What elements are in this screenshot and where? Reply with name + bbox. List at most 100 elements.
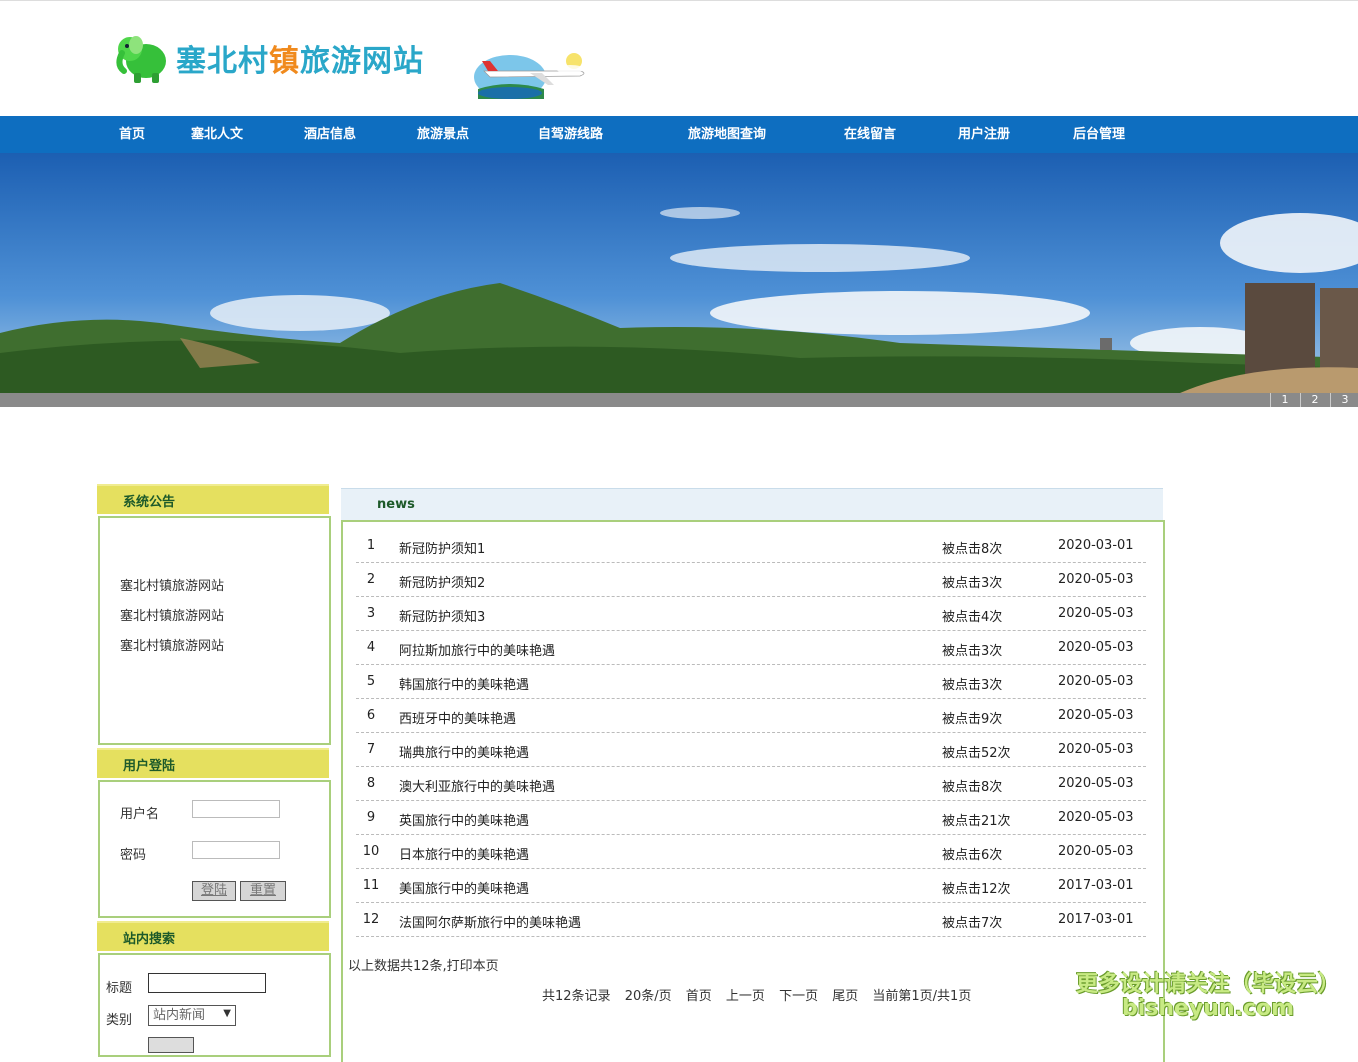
- news-title-link[interactable]: 新冠防护须知3: [399, 606, 485, 625]
- news-clicks: 被点击52次: [942, 746, 1011, 761]
- news-summary[interactable]: 以上数据共12条,打印本页: [348, 955, 499, 974]
- banner-page-2[interactable]: 2: [1300, 393, 1329, 407]
- nav-guestbook[interactable]: 在线留言: [844, 116, 896, 153]
- notice-box: 塞北村镇旅游网站 塞北村镇旅游网站 塞北村镇旅游网站: [98, 516, 331, 745]
- news-no: 11: [362, 878, 380, 893]
- site-header: 塞北村镇旅游网站: [0, 0, 1358, 116]
- news-no: 4: [366, 640, 376, 655]
- password-input[interactable]: [192, 841, 280, 859]
- news-title-link[interactable]: 西班牙中的美味艳遇: [399, 708, 516, 727]
- pager-first[interactable]: 首页: [686, 989, 712, 1004]
- chevron-down-icon: ▼: [223, 1008, 231, 1019]
- news-date: 2020-05-03: [1058, 742, 1134, 757]
- news-row: 3 新冠防护须知3 被点击4次 2020-05-03: [356, 596, 1146, 631]
- news-row: 12 法国阿尔萨斯旅行中的美味艳遇 被点击7次 2017-03-01: [356, 902, 1146, 937]
- search-category-select[interactable]: 站内新闻 ▼: [148, 1005, 236, 1026]
- pager-total: 共12条记录: [542, 989, 611, 1004]
- news-no: 6: [366, 708, 376, 723]
- nav-driving-routes[interactable]: 自驾游线路: [538, 116, 603, 153]
- search-category-value: 站内新闻: [153, 1008, 206, 1023]
- password-label: 密码: [120, 848, 147, 863]
- news-clicks: 被点击3次: [942, 644, 1003, 659]
- news-title-link[interactable]: 英国旅行中的美味艳遇: [399, 810, 529, 829]
- news-no: 1: [366, 538, 376, 553]
- watermark: 更多设计请关注（毕设云） bisheyun.com: [1076, 966, 1340, 1021]
- news-date: 2020-05-03: [1058, 572, 1134, 587]
- elephant-icon: [116, 36, 166, 83]
- notice-item[interactable]: 塞北村镇旅游网站: [120, 635, 224, 654]
- news-row: 6 西班牙中的美味艳遇 被点击9次 2020-05-03: [356, 698, 1146, 733]
- news-clicks: 被点击7次: [942, 916, 1003, 931]
- news-title-link[interactable]: 瑞典旅行中的美味艳遇: [399, 742, 529, 761]
- banner-page-3[interactable]: 3: [1330, 393, 1358, 407]
- banner-pager-bar: [0, 393, 1358, 407]
- reset-button[interactable]: 重置: [240, 881, 286, 901]
- search-box: 标题 类别 站内新闻 ▼: [98, 953, 331, 1057]
- search-title-label: 标题: [106, 981, 133, 996]
- news-row: 1 新冠防护须知1 被点击8次 2020-03-01: [356, 528, 1146, 563]
- username-input[interactable]: [192, 800, 280, 818]
- news-date: 2020-05-03: [1058, 674, 1134, 689]
- news-title: news: [377, 497, 415, 512]
- nav-hotels[interactable]: 酒店信息: [304, 116, 356, 153]
- news-clicks: 被点击3次: [942, 678, 1003, 693]
- pager-current: 当前第1页/共1页: [872, 989, 972, 1004]
- news-row: 5 韩国旅行中的美味艳遇 被点击3次 2020-05-03: [356, 664, 1146, 699]
- search-title-input[interactable]: [148, 973, 266, 993]
- news-date: 2020-03-01: [1058, 538, 1134, 553]
- nav-register[interactable]: 用户注册: [958, 116, 1010, 153]
- news-clicks: 被点击6次: [942, 848, 1003, 863]
- main-nav: 首页 塞北人文 酒店信息 旅游景点 自驾游线路 旅游地图查询 在线留言 用户注册…: [0, 116, 1358, 153]
- nav-home[interactable]: 首页: [119, 116, 145, 153]
- login-title: 用户登陆: [123, 759, 176, 774]
- news-no: 7: [366, 742, 376, 757]
- nav-map-search[interactable]: 旅游地图查询: [688, 116, 766, 153]
- news-title-link[interactable]: 日本旅行中的美味艳遇: [399, 844, 529, 863]
- news-title-link[interactable]: 新冠防护须知1: [399, 538, 485, 557]
- news-no: 3: [366, 606, 376, 621]
- news-title-link[interactable]: 韩国旅行中的美味艳遇: [399, 674, 529, 693]
- airplane-illustration: [474, 53, 585, 99]
- news-title-link[interactable]: 阿拉斯加旅行中的美味艳遇: [399, 640, 555, 659]
- notice-item[interactable]: 塞北村镇旅游网站: [120, 605, 224, 624]
- watermark-line1: 更多设计请关注（毕设云）: [1076, 972, 1341, 997]
- search-submit-button[interactable]: [148, 1037, 194, 1053]
- nav-admin[interactable]: 后台管理: [1073, 116, 1125, 153]
- news-no: 2: [366, 572, 376, 587]
- news-date: 2020-05-03: [1058, 708, 1134, 723]
- pagination: 共12条记录 20条/页 首页 上一页 下一页 尾页 当前第1页/共1页: [542, 985, 981, 1004]
- banner-page-1[interactable]: 1: [1270, 393, 1299, 407]
- site-title-part1: 塞北村: [176, 44, 269, 79]
- pager-last[interactable]: 尾页: [832, 989, 858, 1004]
- news-clicks: 被点击8次: [942, 780, 1003, 795]
- pager-next[interactable]: 下一页: [779, 989, 818, 1004]
- pager-per-page: 20条/页: [624, 989, 672, 1004]
- news-row: 11 美国旅行中的美味艳遇 被点击12次 2017-03-01: [356, 868, 1146, 903]
- news-clicks: 被点击9次: [942, 712, 1003, 727]
- news-clicks: 被点击8次: [942, 542, 1003, 557]
- site-logo[interactable]: 塞北村镇旅游网站: [116, 31, 424, 85]
- nav-attractions[interactable]: 旅游景点: [417, 116, 469, 153]
- notice-header: 系统公告: [97, 484, 329, 514]
- news-clicks: 被点击12次: [942, 882, 1011, 897]
- news-date: 2020-05-03: [1058, 776, 1134, 791]
- login-button[interactable]: 登陆: [192, 881, 236, 901]
- site-title-part3: 旅游网站: [300, 44, 424, 79]
- news-clicks: 被点击21次: [942, 814, 1011, 829]
- news-row: 8 澳大利亚旅行中的美味艳遇 被点击8次 2020-05-03: [356, 766, 1146, 801]
- news-date: 2020-05-03: [1058, 640, 1134, 655]
- news-row: 4 阿拉斯加旅行中的美味艳遇 被点击3次 2020-05-03: [356, 630, 1146, 665]
- nav-culture[interactable]: 塞北人文: [191, 116, 243, 153]
- news-row: 2 新冠防护须知2 被点击3次 2020-05-03: [356, 562, 1146, 597]
- news-no: 10: [362, 844, 380, 859]
- news-no: 5: [366, 674, 376, 689]
- news-header: news: [341, 488, 1163, 521]
- notice-item[interactable]: 塞北村镇旅游网站: [120, 575, 224, 594]
- news-title-link[interactable]: 法国阿尔萨斯旅行中的美味艳遇: [399, 912, 581, 931]
- news-title-link[interactable]: 美国旅行中的美味艳遇: [399, 878, 529, 897]
- notice-title: 系统公告: [123, 495, 176, 510]
- news-title-link[interactable]: 澳大利亚旅行中的美味艳遇: [399, 776, 555, 795]
- pager-prev[interactable]: 上一页: [726, 989, 765, 1004]
- news-row: 7 瑞典旅行中的美味艳遇 被点击52次 2020-05-03: [356, 732, 1146, 767]
- news-title-link[interactable]: 新冠防护须知2: [399, 572, 485, 591]
